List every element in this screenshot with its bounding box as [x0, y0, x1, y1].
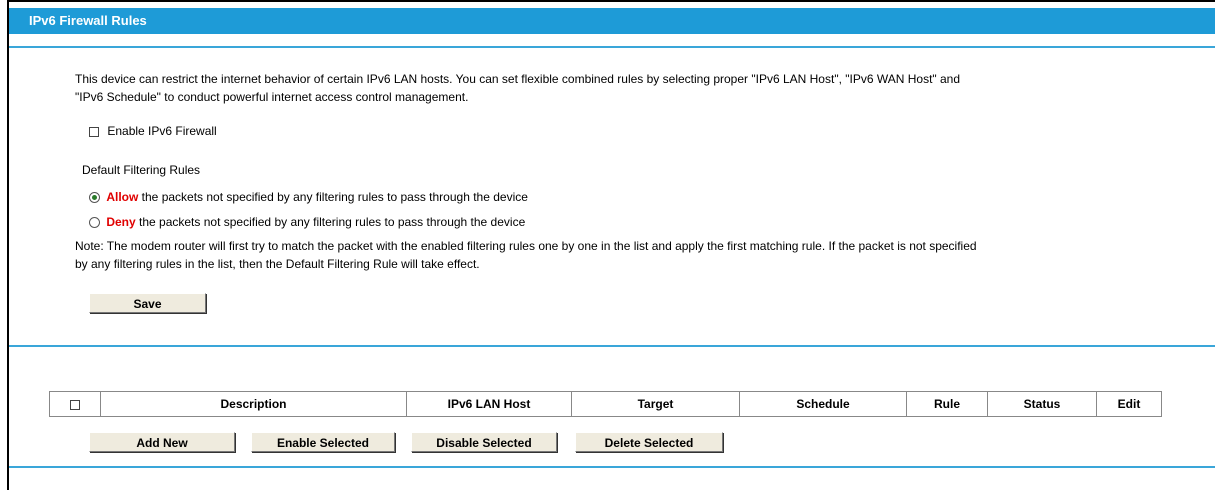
select-all-checkbox[interactable]	[70, 399, 80, 410]
divider-top	[9, 46, 1215, 48]
top-border	[9, 0, 1215, 2]
deny-option[interactable]: Deny the packets not specified by any fi…	[89, 215, 525, 229]
allow-option[interactable]: Allow the packets not specified by any f…	[89, 190, 528, 204]
allow-keyword: Allow	[106, 190, 139, 204]
col-target: Target	[571, 391, 740, 417]
col-status: Status	[987, 391, 1097, 417]
col-schedule: Schedule	[739, 391, 907, 417]
page-title: IPv6 Firewall Rules	[9, 8, 1215, 34]
add-new-button[interactable]: Add New	[89, 432, 235, 452]
enable-selected-button[interactable]: Enable Selected	[251, 432, 395, 452]
main-frame: IPv6 Firewall Rules This device can rest…	[7, 0, 1215, 490]
deny-keyword: Deny	[106, 215, 136, 229]
deny-radio[interactable]	[89, 217, 100, 229]
note-line-1: Note: The modem router will first try to…	[75, 239, 977, 253]
select-all-cell	[49, 391, 101, 417]
col-edit: Edit	[1096, 391, 1162, 417]
enable-firewall-label: Enable IPv6 Firewall	[107, 124, 217, 138]
allow-radio[interactable]	[89, 192, 100, 204]
save-button[interactable]: Save	[89, 293, 206, 313]
intro-line-2: "IPv6 Schedule" to conduct powerful inte…	[75, 90, 469, 104]
delete-selected-button[interactable]: Delete Selected	[575, 432, 723, 452]
deny-text: the packets not specified by any filteri…	[135, 215, 526, 229]
allow-text: the packets not specified by any filteri…	[138, 190, 528, 204]
divider-bottom	[9, 466, 1215, 468]
table-header-row: Description IPv6 LAN Host Target Schedul…	[49, 391, 1162, 417]
enable-firewall-checkbox[interactable]	[89, 126, 99, 137]
note-text: Note: The modem router will first try to…	[75, 237, 977, 273]
enable-firewall-row: Enable IPv6 Firewall	[89, 124, 217, 138]
col-ipv6-lan-host: IPv6 LAN Host	[406, 391, 572, 417]
intro-text: This device can restrict the internet be…	[75, 70, 1155, 106]
note-line-2: by any filtering rules in the list, then…	[75, 257, 480, 271]
rules-table: Description IPv6 LAN Host Target Schedul…	[49, 391, 1162, 417]
divider-middle	[9, 345, 1215, 347]
default-rules-title: Default Filtering Rules	[82, 163, 201, 177]
col-description: Description	[100, 391, 407, 417]
disable-selected-button[interactable]: Disable Selected	[411, 432, 557, 452]
intro-line-1: This device can restrict the internet be…	[75, 72, 961, 86]
col-rule: Rule	[906, 391, 988, 417]
